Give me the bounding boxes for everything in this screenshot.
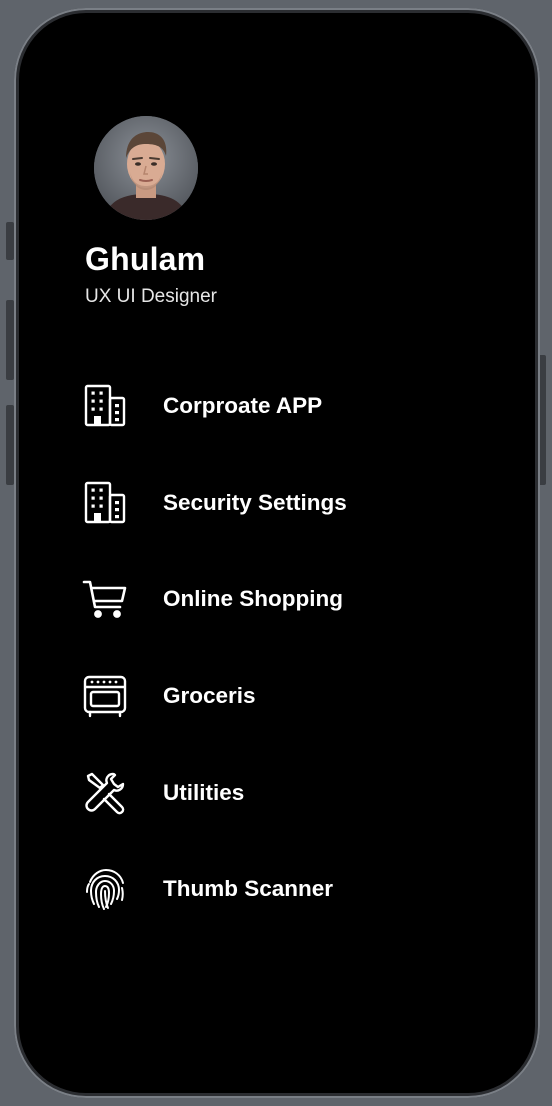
- phone-frame: Ghulam UX UI Designer Corproate APP Secu…: [14, 8, 540, 1098]
- menu-item-groceris[interactable]: Groceris: [19, 648, 535, 745]
- menu-item-thumb-scanner[interactable]: Thumb Scanner: [19, 841, 535, 938]
- menu-item-label: Corproate APP: [163, 393, 323, 419]
- menu-item-label: Groceris: [163, 683, 256, 709]
- volume-up-button: [6, 300, 14, 380]
- menu-item-label: Security Settings: [163, 489, 347, 515]
- phone-screen: Ghulam UX UI Designer Corproate APP Secu…: [19, 13, 535, 1093]
- menu-item-utilities[interactable]: Utilities: [19, 744, 535, 841]
- oven-icon: [81, 672, 129, 720]
- volume-down-button: [6, 405, 14, 485]
- device-stage: Ghulam UX UI Designer Corproate APP Secu…: [0, 0, 552, 1106]
- menu-item-label: Online Shopping: [163, 586, 343, 612]
- fingerprint-icon: [81, 865, 129, 913]
- building-icon: [81, 382, 129, 430]
- shopping-cart-icon: [81, 575, 129, 623]
- user-name: Ghulam: [85, 241, 206, 277]
- profile-photo: [94, 116, 198, 220]
- menu-item-security-settings[interactable]: Security Settings: [19, 455, 535, 552]
- menu-item-label: Thumb Scanner: [163, 876, 334, 902]
- building-icon: [81, 479, 129, 527]
- mute-switch: [6, 222, 14, 260]
- side-menu: Corproate APP Security Settings Online S…: [19, 358, 535, 938]
- menu-item-corporate-app[interactable]: Corproate APP: [19, 358, 535, 455]
- user-role: UX UI Designer: [85, 286, 217, 307]
- menu-item-label: Utilities: [163, 779, 245, 805]
- avatar[interactable]: [94, 116, 198, 220]
- menu-item-online-shopping[interactable]: Online Shopping: [19, 551, 535, 648]
- tools-icon: [81, 769, 129, 817]
